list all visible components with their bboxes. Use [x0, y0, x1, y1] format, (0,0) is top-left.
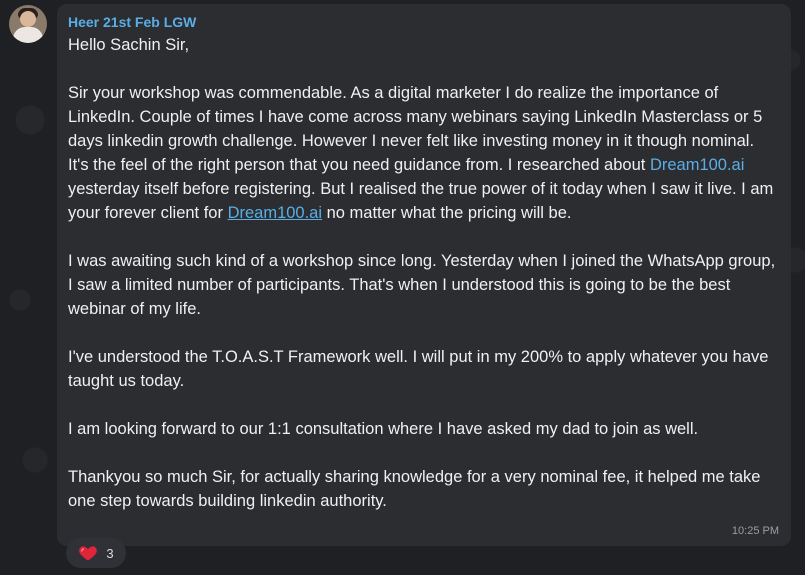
avatar[interactable]	[9, 5, 47, 43]
message-text: Hello Sachin Sir, Sir your workshop was …	[68, 33, 779, 513]
avatar-face	[20, 11, 36, 27]
dream100-link-2[interactable]: Dream100.ai	[228, 204, 322, 222]
greeting-text: Hello Sachin Sir,	[68, 36, 190, 54]
message-timestamp: 10:25 PM	[731, 525, 779, 537]
reaction-badge[interactable]: 3	[66, 538, 126, 568]
avatar-body	[13, 27, 43, 43]
reaction-count: 3	[106, 545, 114, 561]
paragraph-2: I was awaiting such kind of a workshop s…	[68, 252, 780, 318]
paragraph-5: Thankyou so much Sir, for actually shari…	[68, 468, 766, 510]
message-bubble[interactable]: Heer 21st Feb LGW Hello Sachin Sir, Sir …	[57, 4, 791, 546]
chat-background: Heer 21st Feb LGW Hello Sachin Sir, Sir …	[0, 0, 805, 575]
paragraph-4: I am looking forward to our 1:1 consulta…	[68, 420, 699, 438]
sender-name[interactable]: Heer 21st Feb LGW	[68, 14, 779, 30]
paragraph-1c: no matter what the pricing will be.	[322, 204, 572, 222]
heart-icon	[79, 546, 98, 561]
dream100-link-1[interactable]: Dream100.ai	[650, 156, 744, 174]
paragraph-3: I've understood the T.O.A.S.T Framework …	[68, 348, 774, 390]
